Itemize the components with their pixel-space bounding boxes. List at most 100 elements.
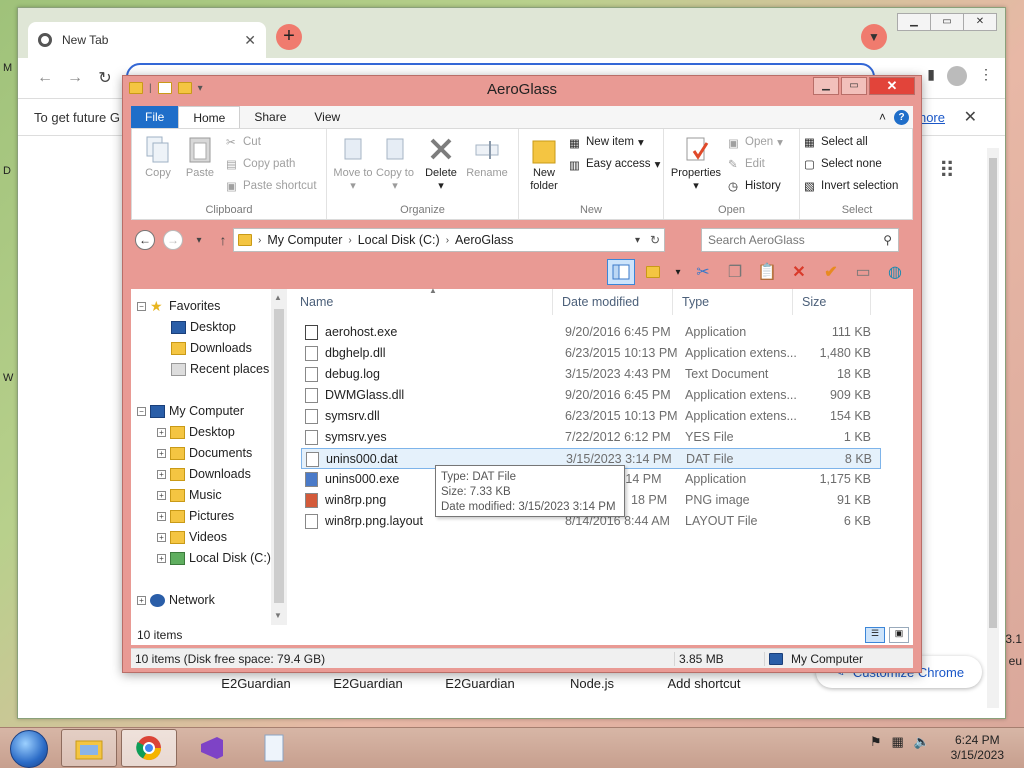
invert-selection-button[interactable]: ▧ Invert selection <box>804 179 898 194</box>
shortcut-nodejs[interactable]: Node.js <box>536 676 648 691</box>
tree-favorites-downloads[interactable]: Downloads <box>171 338 252 358</box>
tab-home[interactable]: Home <box>178 106 241 128</box>
tree-favorites-desktop[interactable]: Desktop <box>171 317 236 337</box>
move-to-button[interactable]: Move to ▾ <box>331 135 375 193</box>
new-folder-button[interactable]: New folder <box>521 135 567 193</box>
details-view-icon[interactable]: ☰ <box>865 627 885 643</box>
tree-local-disk[interactable]: + Local Disk (C:) <box>157 548 271 568</box>
apps-grid-icon[interactable]: ⠿ <box>939 158 955 184</box>
refresh-icon[interactable]: ↻ <box>650 233 660 247</box>
address-bar[interactable]: › My Computer › Local Disk (C:) › AeroGl… <box>233 228 665 252</box>
rename-icon[interactable]: ▭ <box>849 259 877 285</box>
open-button[interactable]: ▣ Open ▾ <box>728 135 783 150</box>
breadcrumb-my-computer[interactable]: My Computer <box>267 233 342 247</box>
chrome-tab[interactable]: New Tab ✕ <box>28 22 266 58</box>
copy-icon[interactable]: ❐ <box>721 259 749 285</box>
file-row[interactable]: DWMGlass.dll 9/20/2016 6:45 PM Applicati… <box>301 385 881 406</box>
forward-icon[interactable]: → <box>163 230 183 250</box>
reload-icon[interactable]: ↻ <box>90 68 120 88</box>
paste-button[interactable]: Paste <box>178 135 222 180</box>
shortcut-e2guardian[interactable]: E2Guardian <box>312 676 424 691</box>
column-size[interactable]: Size <box>793 289 871 315</box>
shortcut-e2guardian[interactable]: E2Guardian <box>200 676 312 691</box>
avatar[interactable] <box>947 66 967 86</box>
add-shortcut[interactable]: Add shortcut <box>648 676 760 691</box>
tree-network[interactable]: + Network <box>137 590 215 610</box>
explorer-title-bar[interactable]: | ▾ AeroGlass ▁ ▭ ✕ <box>123 76 921 104</box>
scroll-down-icon[interactable]: ▼ <box>274 611 282 620</box>
scroll-thumb[interactable] <box>989 158 997 628</box>
delete-icon[interactable]: ✕ <box>785 259 813 285</box>
back-arrow-icon[interactable]: ← <box>30 69 60 87</box>
tree-my-computer[interactable]: − My Computer <box>137 401 244 421</box>
infobar-close-icon[interactable]: ✕ <box>964 107 977 127</box>
rename-button[interactable]: Rename <box>463 135 511 180</box>
close-button[interactable]: ✕ <box>963 13 997 31</box>
new-item-button[interactable]: ▦ New item ▾ <box>569 135 644 150</box>
tree-music[interactable]: + Music <box>157 485 222 505</box>
taskbar-explorer[interactable] <box>61 729 117 767</box>
delete-button[interactable]: Delete ▾ <box>419 135 463 193</box>
menu-icon[interactable]: ⋮ <box>979 66 993 86</box>
maximize-button[interactable]: ▭ <box>930 13 964 31</box>
maximize-button[interactable]: ▭ <box>841 77 867 95</box>
tree-favorites[interactable]: − ★ Favorites <box>137 296 220 316</box>
copy-path-button[interactable]: ▤ Copy path <box>226 157 295 172</box>
tab-share[interactable]: Share <box>240 106 300 128</box>
column-type[interactable]: Type <box>673 289 793 315</box>
edit-button[interactable]: ✎ Edit <box>728 157 765 172</box>
start-button[interactable] <box>10 730 48 768</box>
globe-icon[interactable]: ◍ <box>881 259 909 285</box>
file-row[interactable]: dbghelp.dll 6/23/2015 10:13 PM Applicati… <box>301 343 881 364</box>
taskbar-notepad[interactable] <box>246 729 302 767</box>
new-tab-button[interactable]: + <box>276 24 302 50</box>
network-tray-icon[interactable]: ▦ <box>892 734 904 750</box>
file-row[interactable]: symsrv.dll 6/23/2015 10:13 PM Applicatio… <box>301 406 881 427</box>
minimize-button[interactable]: ▁ <box>813 77 839 95</box>
select-none-button[interactable]: ▢ Select none <box>804 157 882 172</box>
tree-favorites-recent[interactable]: Recent places <box>171 359 269 379</box>
paste-icon[interactable]: 📋 <box>753 259 781 285</box>
file-row[interactable]: debug.log 3/15/2023 4:43 PM Text Documen… <box>301 364 881 385</box>
tree-desktop[interactable]: + Desktop <box>157 422 235 442</box>
copy-to-button[interactable]: Copy to ▾ <box>373 135 417 193</box>
properties-button[interactable]: Properties ▾ <box>668 135 724 193</box>
volume-icon[interactable]: 🔈 <box>914 734 930 750</box>
breadcrumb-aeroglass[interactable]: AeroGlass <box>455 233 513 247</box>
select-all-button[interactable]: ▦ Select all <box>804 135 868 150</box>
scroll-up-icon[interactable]: ▲ <box>274 293 282 302</box>
back-icon[interactable]: ← <box>135 230 155 250</box>
tree-videos[interactable]: + Videos <box>157 527 227 547</box>
preview-pane-icon[interactable] <box>607 259 635 285</box>
up-arrow-icon[interactable]: ↑ <box>211 232 235 248</box>
taskbar-visual-studio[interactable] <box>184 729 240 767</box>
tree-scrollbar[interactable]: ▲ ▼ <box>271 289 287 625</box>
recent-locations-icon[interactable]: ▾ <box>187 235 211 246</box>
history-button[interactable]: ◷ History <box>728 179 781 194</box>
checkmark-icon[interactable]: ✔ <box>817 259 845 285</box>
column-date-modified[interactable]: Date modified <box>553 289 673 315</box>
cut-icon[interactable]: ✂ <box>689 259 717 285</box>
shortcut-e2guardian[interactable]: E2Guardian <box>424 676 536 691</box>
file-row[interactable]: aerohost.exe 9/20/2016 6:45 PM Applicati… <box>301 322 881 343</box>
minimize-button[interactable]: ▁ <box>897 13 931 31</box>
tree-downloads[interactable]: + Downloads <box>157 464 251 484</box>
address-dropdown-icon[interactable]: ▾ <box>635 235 640 246</box>
tab-file[interactable]: File <box>131 106 179 128</box>
breadcrumb-local-disk[interactable]: Local Disk (C:) <box>358 233 440 247</box>
copy-button[interactable]: Copy <box>136 135 180 180</box>
close-tab-icon[interactable]: ✕ <box>244 32 256 49</box>
file-row[interactable]: symsrv.yes 7/22/2012 6:12 PM YES File 1 … <box>301 427 881 448</box>
tree-pictures[interactable]: + Pictures <box>157 506 234 526</box>
scroll-thumb[interactable] <box>274 309 284 603</box>
forward-arrow-icon[interactable]: → <box>60 69 90 87</box>
search-box[interactable]: Search AeroGlass ⚲ <box>701 228 899 252</box>
tab-view[interactable]: View <box>300 106 354 128</box>
taskbar-chrome[interactable] <box>121 729 177 767</box>
chrome-scrollbar[interactable] <box>987 148 999 708</box>
tab-search-button[interactable]: ▼ <box>861 24 887 50</box>
help-icon[interactable]: ? <box>894 109 909 125</box>
clock[interactable]: 6:24 PM 3/15/2023 <box>951 733 1004 763</box>
column-name[interactable]: Name <box>291 289 553 315</box>
sidebar-icon[interactable]: ▮ <box>927 66 935 86</box>
